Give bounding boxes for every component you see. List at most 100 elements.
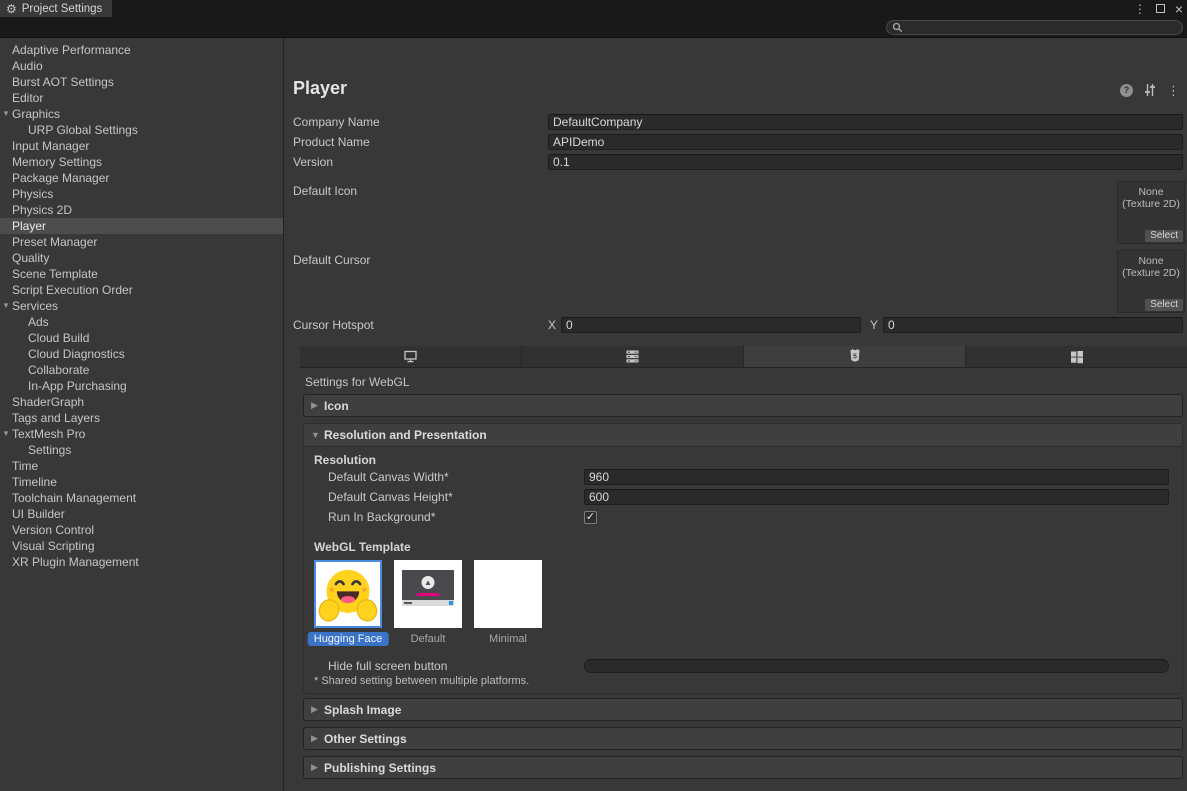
sidebar-item[interactable]: ▼ Settings (0, 442, 283, 458)
run-in-background-checkbox[interactable]: ✓ (584, 511, 597, 524)
sidebar-item[interactable]: ▼ Adaptive Performance (0, 42, 283, 58)
foldout-expanded-icon[interactable]: ▼ (2, 298, 10, 314)
settings-for-platform-label: Settings for WebGL (305, 375, 410, 389)
sidebar-item[interactable]: ▼ ShaderGraph (0, 394, 283, 410)
player-settings-panel: Player ? ⋮ Company Name Product Name Ver… (284, 38, 1187, 791)
sidebar-item[interactable]: ▼ Cloud Diagnostics (0, 346, 283, 362)
window-titlebar: ⚙ Project Settings ⋮ × (0, 0, 1187, 17)
gear-icon: ⚙ (6, 3, 17, 15)
default-icon-select-button[interactable]: Select (1145, 230, 1183, 242)
template-card-hugging-face[interactable] (314, 560, 382, 628)
foldout-expanded-icon[interactable]: ▼ (2, 106, 10, 122)
hide-fullscreen-field[interactable] (584, 659, 1169, 673)
hide-fullscreen-row: Hide full screen button (304, 656, 1182, 676)
sidebar-item[interactable]: ▼ URP Global Settings (0, 122, 283, 138)
canvas-height-field[interactable] (584, 489, 1169, 505)
version-row: Version (293, 154, 1183, 170)
sidebar-item-label: ShaderGraph (12, 395, 84, 409)
sidebar-item-label: Visual Scripting (12, 539, 95, 553)
sidebar-item[interactable]: ▼ Scene Template (0, 266, 283, 282)
section-resolution-presentation-header[interactable]: ▼ Resolution and Presentation (304, 424, 1182, 447)
hotspot-y-field[interactable] (883, 317, 1183, 333)
search-input[interactable] (903, 21, 1177, 33)
sidebar-item[interactable]: ▼ Editor (0, 90, 283, 106)
window-title: Project Settings (22, 3, 103, 15)
default-icon-slot[interactable]: None(Texture 2D) Select (1117, 181, 1185, 244)
canvas-width-row: Default Canvas Width* (304, 467, 1182, 487)
search-box[interactable] (886, 20, 1183, 35)
kebab-menu-icon[interactable]: ⋮ (1134, 3, 1146, 15)
sidebar-item[interactable]: ▼ Cloud Build (0, 330, 283, 346)
sidebar-item[interactable]: ▼ Quality (0, 250, 283, 266)
template-card-default[interactable]: ▲ (394, 560, 462, 628)
sidebar-item[interactable]: ▼ Physics (0, 186, 283, 202)
maximize-icon[interactable] (1156, 4, 1165, 13)
sidebar-item-label: Version Control (12, 523, 94, 537)
hotspot-y-label: Y (870, 318, 878, 332)
sidebar-item[interactable]: ▼ UI Builder (0, 506, 283, 522)
default-cursor-select-button[interactable]: Select (1145, 299, 1183, 311)
tab-standalone[interactable] (300, 346, 522, 367)
tab-dedicated-server[interactable] (522, 346, 744, 367)
presets-icon[interactable] (1143, 83, 1157, 97)
section-publishing-settings[interactable]: ▶ Publishing Settings (303, 756, 1183, 779)
sidebar-item[interactable]: ▼ Graphics (0, 106, 283, 122)
section-splash-image[interactable]: ▶ Splash Image (303, 698, 1183, 721)
window-tab[interactable]: ⚙ Project Settings (0, 0, 112, 17)
template-card-minimal[interactable] (474, 560, 542, 628)
sidebar-item[interactable]: ▼ Burst AOT Settings (0, 74, 283, 90)
section-splash-image-label: Splash Image (324, 703, 401, 717)
help-icon[interactable]: ? (1120, 84, 1133, 97)
default-template-preview: ▲ (402, 570, 454, 606)
sidebar-item[interactable]: ▼ TextMesh Pro (0, 426, 283, 442)
template-label-default: Default (394, 633, 462, 648)
sidebar-item-label: Timeline (12, 475, 57, 489)
sidebar-item[interactable]: ▼ Time (0, 458, 283, 474)
sidebar-item-label: Collaborate (28, 363, 89, 377)
sidebar-item[interactable]: ▼ Memory Settings (0, 154, 283, 170)
close-icon[interactable]: × (1175, 2, 1183, 16)
sidebar-item[interactable]: ▼ Collaborate (0, 362, 283, 378)
sidebar-item[interactable]: ▼ Services (0, 298, 283, 314)
sidebar-item[interactable]: ▼ Ads (0, 314, 283, 330)
sidebar-item-label: Editor (12, 91, 43, 105)
kebab-menu-icon[interactable]: ⋮ (1167, 84, 1180, 97)
tab-webgl[interactable]: 5 (744, 346, 966, 367)
template-label-hugging-face[interactable]: Hugging Face (314, 633, 382, 648)
sidebar-item[interactable]: ▼ Audio (0, 58, 283, 74)
default-cursor-slot[interactable]: None(Texture 2D) Select (1117, 250, 1185, 313)
sidebar-item-label: Cloud Diagnostics (28, 347, 125, 361)
sidebar-item-label: Physics (12, 187, 53, 201)
sidebar-item-label: Memory Settings (12, 155, 102, 169)
hotspot-x-label: X (548, 318, 556, 332)
sidebar-item-label: Audio (12, 59, 43, 73)
sidebar-item[interactable]: ▼ Tags and Layers (0, 410, 283, 426)
hotspot-x-field[interactable] (561, 317, 861, 333)
sidebar-item[interactable]: ▼ Visual Scripting (0, 538, 283, 554)
sidebar-item[interactable]: ▼ Player (0, 218, 283, 234)
sidebar-item[interactable]: ▼ Input Manager (0, 138, 283, 154)
section-icon[interactable]: ▶ Icon (303, 394, 1183, 417)
company-name-field[interactable] (548, 114, 1183, 130)
sidebar-item[interactable]: ▼ Preset Manager (0, 234, 283, 250)
sidebar-item[interactable]: ▼ Version Control (0, 522, 283, 538)
section-other-settings[interactable]: ▶ Other Settings (303, 727, 1183, 750)
sidebar-item[interactable]: ▼ XR Plugin Management (0, 554, 283, 570)
section-other-settings-label: Other Settings (324, 732, 407, 746)
foldout-expanded-icon[interactable]: ▼ (2, 426, 10, 442)
sidebar-item[interactable]: ▼ Package Manager (0, 170, 283, 186)
tab-windows-store[interactable] (966, 346, 1187, 367)
version-field[interactable] (548, 154, 1183, 170)
product-name-field[interactable] (548, 134, 1183, 150)
sidebar-item[interactable]: ▼ In-App Purchasing (0, 378, 283, 394)
sidebar-item[interactable]: ▼ Toolchain Management (0, 490, 283, 506)
shared-setting-note: * Shared setting between multiple platfo… (314, 675, 529, 687)
sidebar-item[interactable]: ▼ Script Execution Order (0, 282, 283, 298)
canvas-height-row: Default Canvas Height* (304, 487, 1182, 507)
hide-fullscreen-label: Hide full screen button (328, 659, 584, 673)
cursor-hotspot-label: Cursor Hotspot (293, 318, 548, 332)
sidebar-item-label: Player (12, 219, 46, 233)
sidebar-item[interactable]: ▼ Physics 2D (0, 202, 283, 218)
canvas-width-field[interactable] (584, 469, 1169, 485)
sidebar-item[interactable]: ▼ Timeline (0, 474, 283, 490)
